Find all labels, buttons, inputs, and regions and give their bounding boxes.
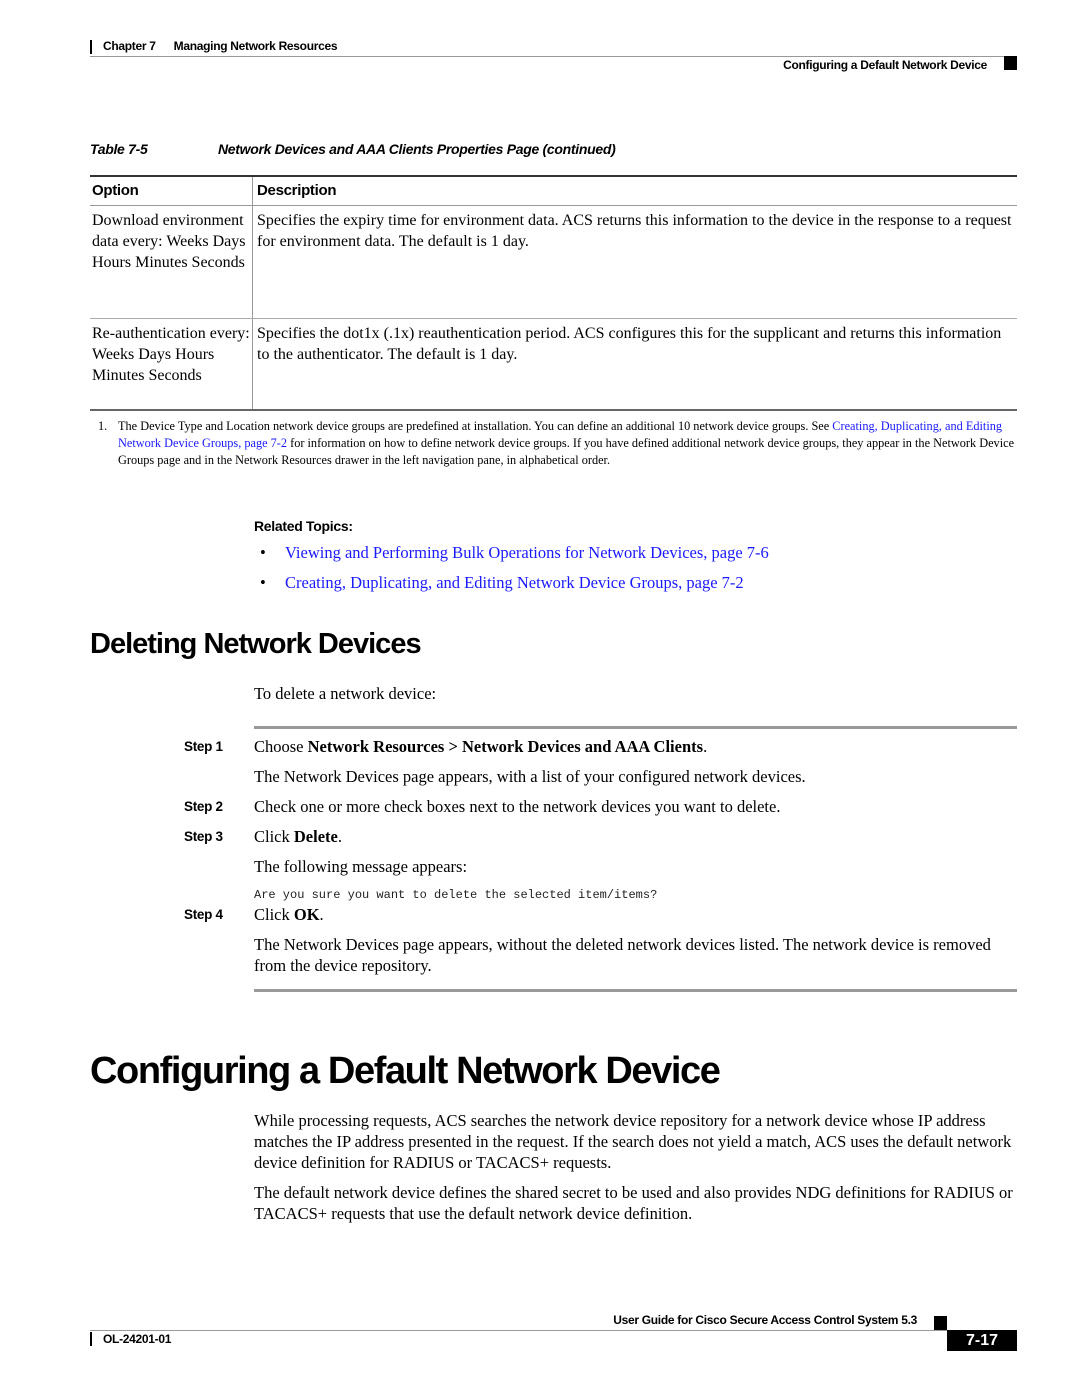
procedure-bottom-rule [254,989,1017,992]
section-heading-configuring: Configuring a Default Network Device [90,1050,721,1092]
related-topic-link[interactable]: Creating, Duplicating, and Editing Netwo… [285,571,744,595]
step-3-text: Click Delete. [254,826,1017,847]
chapter-label: Chapter 7 [103,39,156,53]
page-number: 7-17 [947,1330,1017,1351]
table-caption-number: Table 7-5 [90,141,148,157]
step-text-suffix: . [703,737,708,756]
footer-doc-number: OL-24201-01 [103,1332,172,1346]
configuring-paragraph: While processing requests, ACS searches … [254,1111,1012,1172]
bullet-icon: • [260,543,266,562]
section-heading-deleting: Deleting Network Devices [90,628,422,660]
table-caption-title: Network Devices and AAA Clients Properti… [218,141,616,157]
configuring-paragraph: The default network device defines the s… [254,1183,1013,1223]
step-4-text: Click OK. [254,904,1017,925]
menu-path: Network Resources > Network Devices and … [307,737,704,756]
step-4-result: The Network Devices page appears, withou… [254,935,991,975]
procedure-top-rule [254,726,1017,729]
step-label: Step 1 [184,739,223,754]
step-label: Step 2 [184,799,223,814]
column-header-description: Description [252,175,1017,206]
step-1-text: Choose Network Resources > Network Devic… [254,736,1017,757]
related-topics-title: Related Topics: [254,518,353,534]
footer-rule [90,1330,947,1331]
step-text: Click [254,827,294,846]
footnote-number: 1. [98,419,108,433]
chapter-header: Chapter 7 Managing Network Resources [103,39,338,53]
step-text-suffix: . [319,905,324,924]
description-cell: Specifies the dot1x (.1x) reauthenticati… [252,318,1017,411]
table-row: Re-authentication every: Weeks Days Hour… [90,318,1017,411]
related-topic-link[interactable]: Viewing and Performing Bulk Operations f… [285,541,769,565]
ui-element-name: OK [293,905,320,924]
step-label: Step 3 [184,829,223,844]
step-1-result: The Network Devices page appears, with a… [254,767,806,786]
header-marker-square [1004,56,1017,70]
header-left-bar [90,40,92,54]
footer-marker-square [934,1316,947,1330]
deleting-intro: To delete a network device: [254,684,437,703]
step-text: Click [254,905,294,924]
table-row: Download environment data every: Weeks D… [90,205,1017,319]
step-text: Choose [254,737,308,756]
step-2-text: Check one or more check boxes next to th… [254,797,781,816]
footer-guide-title: User Guide for Cisco Secure Access Contr… [613,1313,917,1327]
header-rule [90,56,1017,57]
table-footnote: 1. The Device Type and Location network … [90,418,1017,469]
options-table: Option Description Download environment … [90,175,1017,411]
description-cell: Specifies the expiry time for environmen… [252,205,1017,319]
chapter-title: Managing Network Resources [173,39,338,53]
confirmation-message: Are you sure you want to delete the sele… [254,888,658,902]
section-running-header: Configuring a Default Network Device [783,58,987,72]
option-cell: Re-authentication every: Weeks Days Hour… [90,318,253,411]
step-3-result: The following message appears: [254,857,468,876]
table-header-row: Option Description [90,175,1017,206]
ui-element-name: Delete [293,827,338,846]
option-cell: Download environment data every: Weeks D… [90,205,253,319]
bullet-icon: • [260,573,266,592]
step-label: Step 4 [184,907,223,922]
footer-left-bar [90,1332,92,1346]
column-header-option: Option [90,175,253,206]
step-text-suffix: . [337,827,342,846]
footnote-text: The Device Type and Location network dev… [118,419,833,433]
